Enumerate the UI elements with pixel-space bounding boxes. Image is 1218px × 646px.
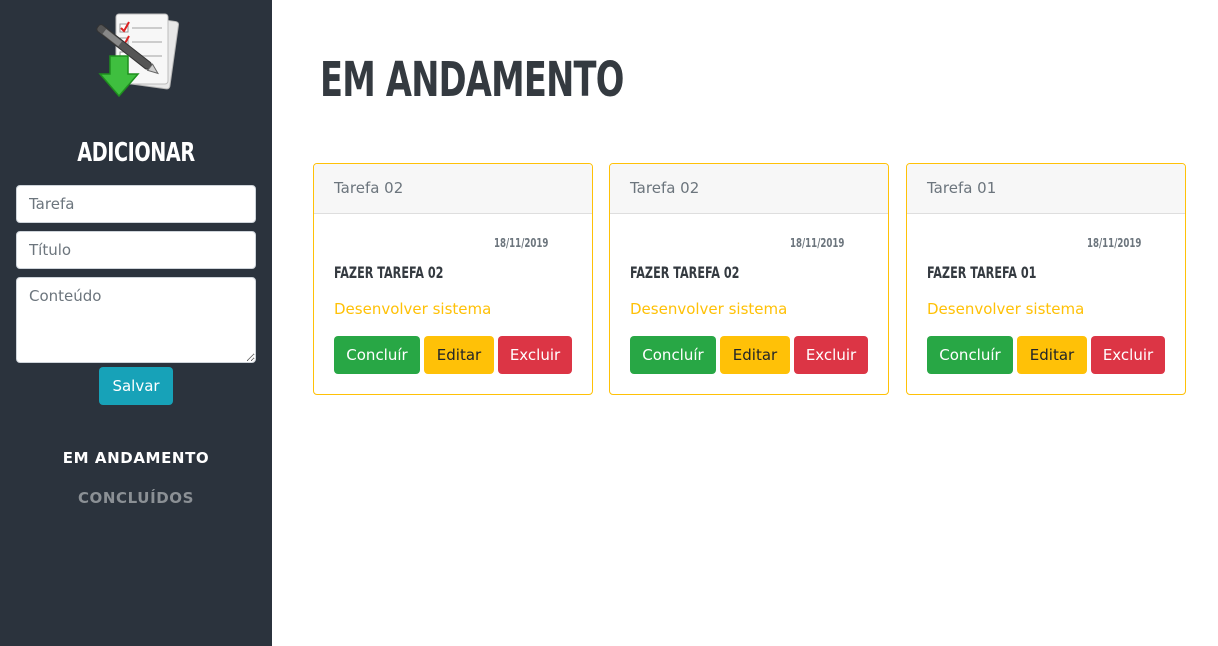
conteudo-textarea[interactable] — [16, 277, 256, 363]
nav-item-concluidos[interactable]: CONCLUÍDOS — [0, 489, 272, 507]
editar-button[interactable]: Editar — [1017, 336, 1087, 374]
editar-button[interactable]: Editar — [720, 336, 790, 374]
task-card: Tarefa 02 18/11/2019 FAZER TAREFA 02 Des… — [609, 163, 889, 395]
editar-button[interactable]: Editar — [424, 336, 494, 374]
card-title: FAZER TAREFA 01 — [927, 263, 1037, 282]
card-text: Desenvolver sistema — [927, 300, 1085, 318]
card-date: 18/11/2019 — [1087, 236, 1142, 250]
concluir-button[interactable]: Concluír — [334, 336, 420, 374]
add-section-title: ADICIONAR — [77, 138, 195, 168]
card-header: Tarefa 02 — [610, 164, 888, 214]
card-title: FAZER TAREFA 02 — [630, 263, 740, 282]
task-card: Tarefa 02 18/11/2019 FAZER TAREFA 02 Des… — [313, 163, 593, 395]
excluir-button[interactable]: Excluir — [498, 336, 572, 374]
card-header: Tarefa 02 — [314, 164, 592, 214]
card-text: Desenvolver sistema — [334, 300, 492, 318]
card-text: Desenvolver sistema — [630, 300, 788, 318]
task-card: Tarefa 01 18/11/2019 FAZER TAREFA 01 Des… — [906, 163, 1186, 395]
tarefa-input[interactable] — [16, 185, 256, 223]
concluir-button[interactable]: Concluír — [630, 336, 716, 374]
task-download-icon — [88, 10, 186, 100]
card-date: 18/11/2019 — [790, 236, 845, 250]
main-content: EM ANDAMENTO Tarefa 02 18/11/2019 FAZER … — [272, 0, 1218, 646]
save-button[interactable]: Salvar — [99, 367, 173, 405]
page-title: EM ANDAMENTO — [320, 52, 624, 108]
card-header: Tarefa 01 — [907, 164, 1185, 214]
titulo-input[interactable] — [16, 231, 256, 269]
excluir-button[interactable]: Excluir — [794, 336, 868, 374]
nav-item-em-andamento[interactable]: EM ANDAMENTO — [0, 449, 272, 467]
excluir-button[interactable]: Excluir — [1091, 336, 1165, 374]
card-title: FAZER TAREFA 02 — [334, 263, 444, 282]
concluir-button[interactable]: Concluír — [927, 336, 1013, 374]
sidebar: ADICIONAR Salvar EM ANDAMENTO CONCLUÍDOS — [0, 0, 272, 646]
card-date: 18/11/2019 — [494, 236, 549, 250]
